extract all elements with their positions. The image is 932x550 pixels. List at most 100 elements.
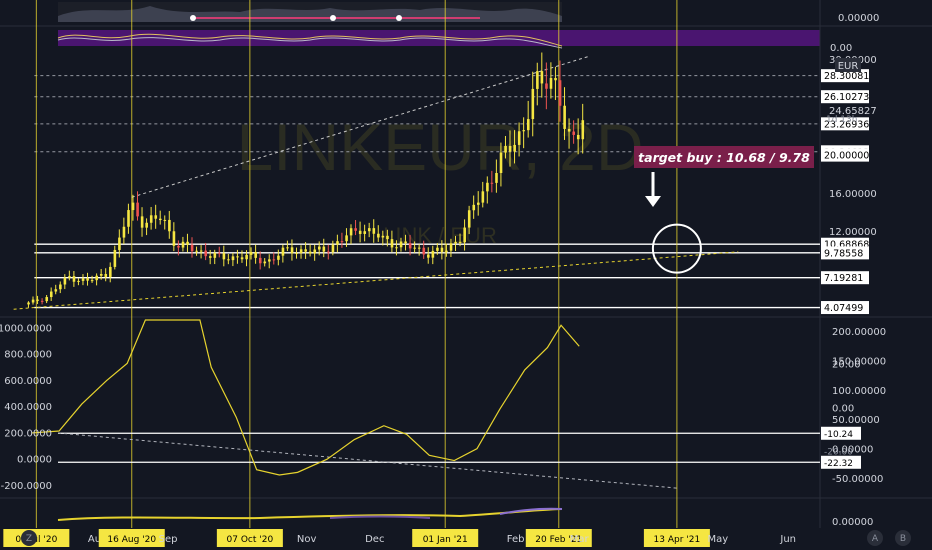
candle-body — [372, 228, 376, 234]
oscillator-left-axis-label: 0.0000 — [17, 455, 52, 466]
candle-body — [118, 237, 121, 250]
candle-body — [145, 222, 148, 228]
candle-body — [63, 277, 67, 285]
candle-body — [245, 254, 248, 260]
price-axis-label: 12.00000 — [829, 227, 877, 238]
candle-body — [227, 259, 230, 261]
candle-body — [218, 252, 221, 254]
candle-body — [231, 256, 235, 261]
candle-body — [286, 247, 289, 249]
top-indicator-dot — [396, 15, 402, 21]
candle-body — [186, 241, 189, 245]
candle-body — [554, 77, 557, 81]
candle-body — [199, 250, 203, 252]
date-axis-label: Sep — [159, 534, 178, 545]
candle-body — [572, 131, 576, 135]
oscillator-left-axis-label: 600.0000 — [4, 376, 52, 387]
zoom-icon[interactable]: Z — [21, 530, 37, 546]
price-axis-label: 20.00000 — [824, 151, 869, 162]
candle-body — [349, 228, 353, 236]
candle-body — [318, 246, 321, 250]
candle-body — [154, 215, 158, 219]
candle-body — [190, 244, 194, 252]
candle-body — [308, 251, 312, 254]
candle-body — [254, 252, 258, 258]
candle-body — [68, 276, 71, 278]
candle-body — [436, 247, 439, 251]
svg-text:Z: Z — [26, 534, 32, 544]
annotation-text: target buy : 10.68 / 9.78 — [638, 150, 810, 165]
candle-body — [367, 228, 371, 232]
candle-body — [531, 88, 535, 120]
date-axis-label: Mar — [570, 534, 590, 545]
candle-body — [404, 241, 407, 244]
candle-body — [295, 253, 298, 255]
candle-body — [354, 228, 357, 231]
band-indicator-label: 0.00 — [830, 43, 852, 54]
candle-body — [581, 120, 585, 140]
oscillator-left-axis-label: 400.0000 — [4, 402, 52, 413]
oscillator-left-axis-label: 800.0000 — [4, 350, 52, 361]
candle-body — [417, 247, 421, 249]
candle-body — [454, 241, 457, 244]
candle-body — [54, 289, 58, 292]
candle-body — [77, 280, 80, 282]
chart-canvas[interactable]: LINKEUR, 2D LINK / EUR 0.00000 0.00 30.0… — [0, 0, 932, 550]
candle-body — [113, 249, 117, 267]
candle-body — [422, 247, 426, 255]
candle-body — [467, 210, 471, 228]
candle-body — [486, 182, 489, 192]
candle-body — [281, 247, 285, 256]
candle-body — [277, 255, 280, 260]
date-axis-label: Nov — [297, 534, 317, 545]
target-annotation[interactable]: target buy : 10.68 / 9.78 — [634, 146, 814, 168]
candle-body — [258, 257, 262, 264]
candle-body — [268, 259, 271, 262]
candle-body — [431, 250, 435, 258]
candle-body — [545, 83, 548, 89]
bottom-indicator-label: 0.00000 — [832, 517, 873, 528]
candle-body — [104, 273, 108, 277]
candle-body — [45, 297, 49, 302]
price-axis-label: 9.78558 — [824, 248, 863, 259]
oscillator-right-axis-label: 50.00000 — [832, 415, 880, 426]
auto-scale-button[interactable]: A — [867, 530, 883, 546]
candle-body — [340, 241, 344, 243]
oscillator-right-axis-label: 100.00000 — [832, 386, 886, 397]
date-axis-label: Dec — [365, 534, 384, 545]
candle-body — [195, 250, 198, 252]
candle-body — [576, 134, 580, 140]
candle-body — [122, 226, 126, 238]
candle-body — [59, 284, 62, 290]
date-axis-label: May — [707, 534, 728, 545]
candle-body — [395, 247, 398, 249]
candle-body — [477, 202, 480, 205]
candle-body — [313, 249, 317, 254]
oscillator-level-axis-label: 0.00 — [832, 404, 854, 415]
candle-body — [513, 144, 516, 152]
oscillator-right-axis-label: 200.00000 — [832, 327, 886, 338]
candle-body — [526, 119, 530, 131]
price-axis-label: 7.19281 — [824, 273, 863, 284]
candle-body — [517, 131, 521, 145]
candle-body — [208, 256, 212, 258]
candle-body — [204, 250, 208, 257]
oscillator-right-axis-label: 0.00000 — [832, 445, 873, 456]
candle-body — [49, 291, 53, 298]
candle-body — [567, 128, 571, 132]
candle-body — [236, 256, 239, 258]
candle-body — [159, 218, 162, 221]
candle-body — [458, 241, 462, 243]
log-scale-button[interactable]: B — [895, 530, 911, 546]
candle-body — [345, 235, 348, 242]
candle-body — [109, 266, 112, 277]
candle-body — [522, 130, 526, 132]
svg-text:EUR: EUR — [838, 61, 859, 72]
top-indicator-dot — [190, 15, 196, 21]
candle-body — [272, 259, 276, 261]
candle-body — [172, 231, 176, 246]
candle-body — [440, 247, 444, 252]
candle-body — [95, 275, 99, 281]
candle-body — [558, 80, 562, 106]
candle-body — [331, 244, 335, 253]
